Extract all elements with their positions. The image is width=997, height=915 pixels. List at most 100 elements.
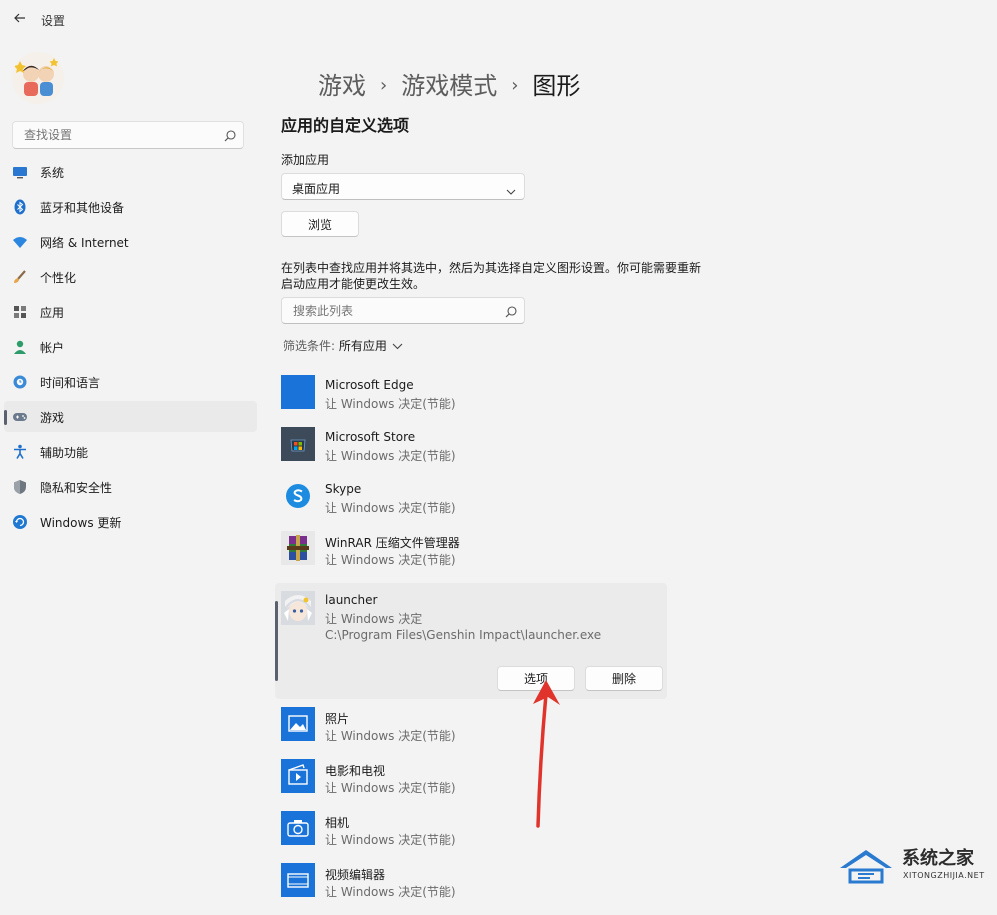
app-gpu-status: 让 Windows 决定(节能) [325,729,456,743]
sidebar-item-label: Windows 更新 [40,516,122,530]
bluetooth-icon [12,199,28,215]
app-name: Skype [325,482,362,496]
app-item-photos[interactable]: 照片 让 Windows 决定(节能) [281,707,673,759]
sidebar-item-label: 游戏 [40,411,65,425]
app-name: 相机 [325,816,350,830]
app-item-launcher[interactable]: launcher 让 Windows 决定 C:\Program Files\G… [275,583,667,699]
app-gpu-status: 让 Windows 决定(节能) [325,833,456,847]
app-item-winrar[interactable]: WinRAR 压缩文件管理器 让 Windows 决定(节能) [281,531,673,583]
app-item-edge[interactable]: Microsoft Edge 让 Windows 决定(节能) [281,375,673,427]
sidebar-item-label: 应用 [40,306,65,320]
sidebar-item-label: 隐私和安全性 [40,481,113,495]
breadcrumb-separator: › [380,75,388,96]
app-name: 电影和电视 [325,764,386,778]
breadcrumb: 游戏 › 游戏模式 › 图形 [318,66,580,101]
video-editor-icon [281,863,315,897]
sidebar-item-personalization[interactable]: 个性化 [4,261,257,292]
breadcrumb-game-mode[interactable]: 游戏模式 [401,72,497,100]
title-bar: 设置 [0,0,997,40]
app-path: C:\Program Files\Genshin Impact\launcher… [325,628,602,642]
app-item-camera[interactable]: 相机 让 Windows 决定(节能) [281,811,673,863]
sidebar-item-apps[interactable]: 应用 [4,296,257,327]
accessibility-icon [12,444,28,460]
app-name: Microsoft Store [325,430,416,444]
sidebar-item-label: 蓝牙和其他设备 [40,201,125,215]
app-gpu-status: 让 Windows 决定(节能) [325,449,456,463]
filter-prefix: 筛选条件: [283,339,339,353]
sidebar-item-network[interactable]: 网络 & Internet [4,226,257,257]
app-item-store[interactable]: Microsoft Store 让 Windows 决定(节能) [281,427,673,479]
app-gpu-status: 让 Windows 决定 [325,612,423,626]
settings-search-box[interactable] [12,121,244,149]
globe-clock-icon [12,374,28,390]
settings-search-input[interactable] [22,127,216,143]
delete-button[interactable]: 删除 [585,666,663,691]
sidebar-item-label: 网络 & Internet [40,236,129,250]
breadcrumb-graphics: 图形 [532,72,581,100]
apps-icon [12,304,28,320]
list-search-input[interactable] [291,303,495,319]
person-icon [12,339,28,355]
skype-icon [281,479,315,513]
winrar-icon [281,531,315,565]
app-item-video-editor[interactable]: 视频编辑器 让 Windows 决定(节能) [281,863,673,915]
app-gpu-status: 让 Windows 决定(节能) [325,501,456,515]
app-name: launcher [325,593,378,607]
app-gpu-status: 让 Windows 决定(节能) [325,397,456,411]
app-item-skype[interactable]: Skype 让 Windows 决定(节能) [281,479,673,531]
avatar[interactable] [12,52,64,104]
edge-tile-icon [281,375,315,409]
browse-button[interactable]: 浏览 [281,211,359,237]
watermark: 系统之家 XITONGZHIJIA.NET [836,838,996,888]
sidebar-item-accessibility[interactable]: 辅助功能 [4,436,257,467]
update-icon [12,514,28,530]
sidebar-item-label: 帐户 [40,341,65,355]
sidebar-item-system[interactable]: 系统 [4,156,257,187]
app-name: 照片 [325,712,350,726]
camera-icon [281,811,315,845]
sidebar-item-accounts[interactable]: 帐户 [4,331,257,362]
breadcrumb-separator: › [511,75,519,96]
app-name: Microsoft Edge [325,378,414,392]
options-button[interactable]: 选项 [497,666,575,691]
sidebar-item-label: 个性化 [40,271,77,285]
app-gpu-status: 让 Windows 决定(节能) [325,885,456,899]
shield-icon [12,479,28,495]
sidebar-item-windows-update[interactable]: Windows 更新 [4,506,257,537]
wifi-icon [12,234,28,250]
search-icon[interactable] [504,304,518,318]
sidebar-item-bluetooth[interactable]: 蓝牙和其他设备 [4,191,257,222]
chevron-down-icon [392,343,403,350]
app-list: Microsoft Edge 让 Windows 决定(节能) Microsof… [275,375,673,915]
section-title: 应用的自定义选项 [281,116,410,135]
sidebar-item-label: 辅助功能 [40,446,89,460]
monitor-icon [12,164,28,180]
genshin-launcher-icon [281,591,315,625]
movies-tv-icon [281,759,315,793]
sidebar-item-privacy[interactable]: 隐私和安全性 [4,471,257,502]
list-search-box[interactable] [281,297,525,324]
sidebar-item-gaming[interactable]: 游戏 [4,401,257,432]
filter-value: 所有应用 [338,339,387,353]
chevron-down-icon [506,182,516,195]
sidebar: 系统 蓝牙和其他设备 网络 & Internet 个性化 应用 帐户 时间和语言 [0,40,265,890]
back-arrow-icon[interactable] [12,10,28,26]
filter-dropdown[interactable]: 筛选条件: 所有应用 [283,337,403,354]
store-icon [281,427,315,461]
app-name: 视频编辑器 [325,868,386,882]
sidebar-item-time-language[interactable]: 时间和语言 [4,366,257,397]
brush-icon [12,269,28,285]
sidebar-item-label: 系统 [40,166,65,180]
photos-icon [281,707,315,741]
instructions-text: 在列表中查找应用并将其选中，然后为其选择自定义图形设置。你可能需要重新启动应用才… [281,261,702,291]
gamepad-icon [12,409,28,425]
sidebar-item-label: 时间和语言 [40,376,101,390]
search-icon[interactable] [223,128,237,142]
app-type-dropdown[interactable]: 桌面应用 [281,173,525,200]
dropdown-value: 桌面应用 [292,182,341,196]
main-content: 游戏 › 游戏模式 › 图形 应用的自定义选项 添加应用 桌面应用 浏览 在列表中查找应… [265,40,997,899]
watermark-name: 系统之家 [902,848,974,869]
add-app-label: 添加应用 [281,153,330,167]
app-item-movies-tv[interactable]: 电影和电视 让 Windows 决定(节能) [281,759,673,811]
breadcrumb-gaming[interactable]: 游戏 [318,72,366,100]
